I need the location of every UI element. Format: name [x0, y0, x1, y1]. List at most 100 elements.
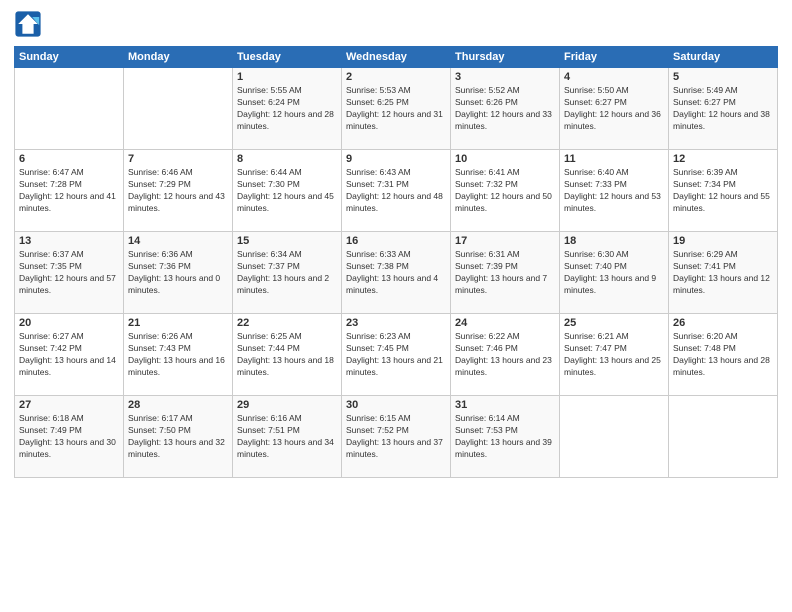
day-number: 19 [673, 235, 773, 247]
weekday-header: Wednesday [342, 47, 451, 68]
calendar-cell: 7 Sunrise: 6:46 AMSunset: 7:29 PMDaylight… [124, 150, 233, 232]
day-number: 17 [455, 235, 555, 247]
day-number: 16 [346, 235, 446, 247]
day-number: 18 [564, 235, 664, 247]
weekday-header: Sunday [15, 47, 124, 68]
calendar-cell: 1 Sunrise: 5:55 AMSunset: 6:24 PMDaylight… [233, 68, 342, 150]
calendar-cell: 24 Sunrise: 6:22 AMSunset: 7:46 PMDayligh… [451, 314, 560, 396]
day-info: Sunrise: 6:16 AMSunset: 7:51 PMDaylight:… [237, 413, 337, 461]
day-info: Sunrise: 6:26 AMSunset: 7:43 PMDaylight:… [128, 331, 228, 379]
day-info: Sunrise: 6:44 AMSunset: 7:30 PMDaylight:… [237, 167, 337, 215]
day-info: Sunrise: 6:37 AMSunset: 7:35 PMDaylight:… [19, 249, 119, 297]
day-info: Sunrise: 6:41 AMSunset: 7:32 PMDaylight:… [455, 167, 555, 215]
day-number: 11 [564, 153, 664, 165]
calendar-header: SundayMondayTuesdayWednesdayThursdayFrid… [15, 47, 778, 68]
day-number: 21 [128, 317, 228, 329]
calendar-cell [560, 396, 669, 478]
calendar-cell: 23Sunrise: 6:23 AMSunset: 7:45 PMDayligh… [342, 314, 451, 396]
calendar-cell: 6 Sunrise: 6:47 AMSunset: 7:28 PMDaylight… [15, 150, 124, 232]
day-number: 24 [455, 317, 555, 329]
calendar-cell: 26Sunrise: 6:20 AMSunset: 7:48 PMDayligh… [669, 314, 778, 396]
day-number: 6 [19, 153, 119, 165]
day-number: 1 [237, 71, 337, 83]
day-info: Sunrise: 5:55 AMSunset: 6:24 PMDaylight:… [237, 85, 337, 133]
calendar-cell: 31 Sunrise: 6:14 AMSunset: 7:53 PMDayligh… [451, 396, 560, 478]
day-info: Sunrise: 6:30 AMSunset: 7:40 PMDaylight:… [564, 249, 664, 297]
calendar-cell: 16 Sunrise: 6:33 AMSunset: 7:38 PMDayligh… [342, 232, 451, 314]
day-number: 23 [346, 317, 446, 329]
logo-icon [14, 10, 42, 38]
calendar-cell: 30Sunrise: 6:15 AMSunset: 7:52 PMDayligh… [342, 396, 451, 478]
calendar-cell: 18 Sunrise: 6:30 AMSunset: 7:40 PMDayligh… [560, 232, 669, 314]
day-number: 20 [19, 317, 119, 329]
day-number: 25 [564, 317, 664, 329]
day-number: 3 [455, 71, 555, 83]
day-number: 12 [673, 153, 773, 165]
day-number: 31 [455, 399, 555, 411]
day-info: Sunrise: 5:49 AMSunset: 6:27 PMDaylight:… [673, 85, 773, 133]
header-row: SundayMondayTuesdayWednesdayThursdayFrid… [15, 47, 778, 68]
weekday-header: Thursday [451, 47, 560, 68]
page-container: SundayMondayTuesdayWednesdayThursdayFrid… [0, 0, 792, 484]
calendar-cell: 9 Sunrise: 6:43 AMSunset: 7:31 PMDaylight… [342, 150, 451, 232]
day-number: 7 [128, 153, 228, 165]
weekday-header: Friday [560, 47, 669, 68]
weekday-header: Saturday [669, 47, 778, 68]
calendar-cell: 5 Sunrise: 5:49 AMSunset: 6:27 PMDaylight… [669, 68, 778, 150]
day-info: Sunrise: 6:39 AMSunset: 7:34 PMDaylight:… [673, 167, 773, 215]
calendar-cell: 3 Sunrise: 5:52 AMSunset: 6:26 PMDaylight… [451, 68, 560, 150]
day-number: 15 [237, 235, 337, 247]
calendar-cell: 27Sunrise: 6:18 AMSunset: 7:49 PMDayligh… [15, 396, 124, 478]
calendar-cell: 11 Sunrise: 6:40 AMSunset: 7:33 PMDayligh… [560, 150, 669, 232]
day-info: Sunrise: 6:15 AMSunset: 7:52 PMDaylight:… [346, 413, 446, 461]
day-number: 8 [237, 153, 337, 165]
calendar-cell: 4Sunrise: 5:50 AMSunset: 6:27 PMDaylight… [560, 68, 669, 150]
day-number: 9 [346, 153, 446, 165]
calendar-cell: 2Sunrise: 5:53 AMSunset: 6:25 PMDaylight… [342, 68, 451, 150]
calendar-cell: 25 Sunrise: 6:21 AMSunset: 7:47 PMDayligh… [560, 314, 669, 396]
day-info: Sunrise: 6:33 AMSunset: 7:38 PMDaylight:… [346, 249, 446, 297]
calendar-week-row: 20Sunrise: 6:27 AMSunset: 7:42 PMDayligh… [15, 314, 778, 396]
day-info: Sunrise: 6:43 AMSunset: 7:31 PMDaylight:… [346, 167, 446, 215]
calendar-week-row: 6 Sunrise: 6:47 AMSunset: 7:28 PMDaylight… [15, 150, 778, 232]
calendar-week-row: 1 Sunrise: 5:55 AMSunset: 6:24 PMDaylight… [15, 68, 778, 150]
calendar-cell: 12 Sunrise: 6:39 AMSunset: 7:34 PMDayligh… [669, 150, 778, 232]
calendar-week-row: 13 Sunrise: 6:37 AMSunset: 7:35 PMDayligh… [15, 232, 778, 314]
calendar-cell: 8 Sunrise: 6:44 AMSunset: 7:30 PMDaylight… [233, 150, 342, 232]
calendar-cell: 13 Sunrise: 6:37 AMSunset: 7:35 PMDayligh… [15, 232, 124, 314]
calendar-week-row: 27Sunrise: 6:18 AMSunset: 7:49 PMDayligh… [15, 396, 778, 478]
day-number: 22 [237, 317, 337, 329]
day-number: 4 [564, 71, 664, 83]
day-info: Sunrise: 6:34 AMSunset: 7:37 PMDaylight:… [237, 249, 337, 297]
day-number: 29 [237, 399, 337, 411]
day-info: Sunrise: 6:18 AMSunset: 7:49 PMDaylight:… [19, 413, 119, 461]
weekday-header: Monday [124, 47, 233, 68]
calendar-cell: 21 Sunrise: 6:26 AMSunset: 7:43 PMDayligh… [124, 314, 233, 396]
day-info: Sunrise: 6:21 AMSunset: 7:47 PMDaylight:… [564, 331, 664, 379]
calendar-cell [669, 396, 778, 478]
calendar-cell: 20Sunrise: 6:27 AMSunset: 7:42 PMDayligh… [15, 314, 124, 396]
calendar-cell: 14Sunrise: 6:36 AMSunset: 7:36 PMDayligh… [124, 232, 233, 314]
day-info: Sunrise: 5:52 AMSunset: 6:26 PMDaylight:… [455, 85, 555, 133]
day-info: Sunrise: 6:22 AMSunset: 7:46 PMDaylight:… [455, 331, 555, 379]
calendar-cell: 17 Sunrise: 6:31 AMSunset: 7:39 PMDayligh… [451, 232, 560, 314]
day-info: Sunrise: 6:46 AMSunset: 7:29 PMDaylight:… [128, 167, 228, 215]
day-number: 13 [19, 235, 119, 247]
day-info: Sunrise: 5:53 AMSunset: 6:25 PMDaylight:… [346, 85, 446, 133]
calendar-cell [124, 68, 233, 150]
calendar-body: 1 Sunrise: 5:55 AMSunset: 6:24 PMDaylight… [15, 68, 778, 478]
day-info: Sunrise: 6:29 AMSunset: 7:41 PMDaylight:… [673, 249, 773, 297]
day-info: Sunrise: 6:20 AMSunset: 7:48 PMDaylight:… [673, 331, 773, 379]
day-info: Sunrise: 6:40 AMSunset: 7:33 PMDaylight:… [564, 167, 664, 215]
calendar-cell [15, 68, 124, 150]
calendar-cell: 15 Sunrise: 6:34 AMSunset: 7:37 PMDayligh… [233, 232, 342, 314]
logo [14, 10, 46, 38]
day-info: Sunrise: 6:14 AMSunset: 7:53 PMDaylight:… [455, 413, 555, 461]
day-number: 28 [128, 399, 228, 411]
day-info: Sunrise: 6:25 AMSunset: 7:44 PMDaylight:… [237, 331, 337, 379]
day-number: 5 [673, 71, 773, 83]
day-info: Sunrise: 6:31 AMSunset: 7:39 PMDaylight:… [455, 249, 555, 297]
calendar-cell: 19 Sunrise: 6:29 AMSunset: 7:41 PMDayligh… [669, 232, 778, 314]
day-info: Sunrise: 6:47 AMSunset: 7:28 PMDaylight:… [19, 167, 119, 215]
weekday-header: Tuesday [233, 47, 342, 68]
